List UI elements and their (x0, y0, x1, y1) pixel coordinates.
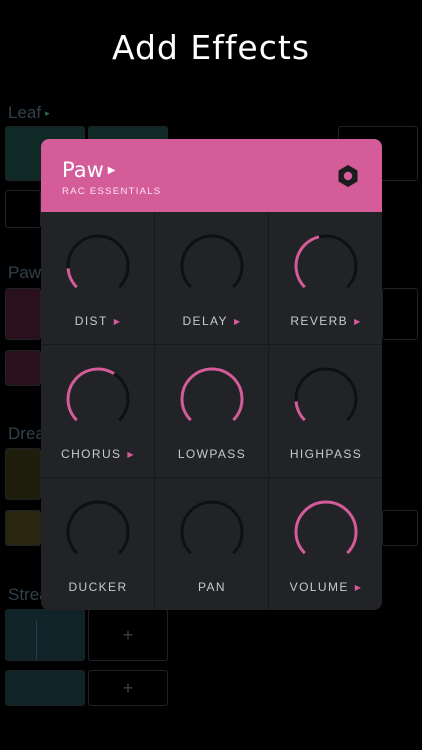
knob-track (180, 234, 244, 289)
add-pad-button[interactable]: + (88, 609, 168, 661)
effect-label-text: DUCKER (68, 580, 128, 594)
knob-reverb[interactable] (292, 232, 360, 300)
pad (5, 350, 41, 386)
effect-label-text: REVERB (290, 314, 349, 328)
preset-subtitle: RAC ESSENTIALS (62, 186, 162, 197)
waveform (36, 620, 70, 660)
effect-cell-dist[interactable]: DIST ▶ (41, 212, 155, 345)
effect-label: DELAY ▶ (155, 314, 269, 328)
caret-right-icon: ▶ (233, 317, 242, 326)
knob-delay[interactable] (178, 232, 246, 300)
knob-value-arc (294, 235, 320, 289)
knob-value-arc (294, 401, 306, 422)
preset-selector[interactable]: Paw ▶ (62, 158, 115, 182)
plus-icon: + (122, 677, 134, 698)
section-label-paw: Paw (8, 263, 42, 282)
pad (5, 609, 85, 661)
effect-label-text: DIST (74, 314, 108, 328)
knob-value-arc (180, 367, 244, 422)
effect-label: PAN (155, 580, 269, 594)
pad (5, 448, 41, 500)
pad (5, 670, 85, 706)
effect-label-text: DELAY (182, 314, 228, 328)
effect-label: DIST ▶ (41, 314, 155, 328)
effect-label-text: VOLUME (289, 580, 349, 594)
effect-label-text: HIGHPASS (289, 447, 363, 461)
effect-cell-delay[interactable]: DELAY ▶ (155, 212, 269, 345)
knob-ducker[interactable] (64, 498, 132, 566)
modal-header: Paw ▶ RAC ESSENTIALS (41, 139, 382, 212)
effect-cell-volume[interactable]: VOLUME ▶ (269, 478, 382, 610)
effect-cell-highpass[interactable]: HIGHPASS (269, 345, 382, 478)
caret-right-icon: ▶ (113, 317, 122, 326)
effect-label: LOWPASS (155, 447, 269, 461)
effect-label: DUCKER (41, 580, 155, 594)
effect-label: VOLUME ▶ (269, 580, 382, 594)
knob-pan[interactable] (178, 498, 246, 566)
effect-cell-reverb[interactable]: REVERB ▶ (269, 212, 382, 345)
pad (382, 288, 418, 340)
knob-value-arc (66, 268, 78, 289)
hexagon-settings-icon[interactable] (335, 163, 361, 189)
caret-right-icon: ▶ (107, 164, 116, 176)
knob-track (66, 500, 130, 555)
effect-label: HIGHPASS (269, 447, 382, 461)
knob-highpass[interactable] (292, 365, 360, 433)
pad (5, 288, 41, 340)
preset-title: Paw (62, 158, 104, 182)
pad (5, 510, 41, 546)
knob-track (294, 367, 358, 422)
knob-value-arc (294, 500, 358, 555)
knob-dist[interactable] (64, 232, 132, 300)
effect-label-text: CHORUS (61, 447, 122, 461)
effect-label: REVERB ▶ (269, 314, 382, 328)
effects-grid: DIST ▶ DELAY ▶ REVERB ▶ CHORUS ▶ LOWPASS HIGHPASS… (41, 212, 382, 610)
effects-modal: Paw ▶ RAC ESSENTIALS DIST ▶ DELAY ▶ REVERB ▶ C… (41, 139, 382, 610)
pad (382, 510, 418, 546)
effect-label-text: PAN (198, 580, 226, 594)
plus-icon: + (122, 624, 134, 645)
effect-label: CHORUS ▶ (41, 447, 155, 461)
knob-track (180, 500, 244, 555)
section-label-leaf: Leaf ▸ (8, 103, 50, 122)
effect-cell-ducker[interactable]: DUCKER (41, 478, 155, 610)
caret-right-icon: ▶ (354, 317, 362, 326)
effect-label-text: LOWPASS (177, 447, 247, 461)
effect-cell-pan[interactable]: PAN (155, 478, 269, 610)
add-pad-button[interactable]: + (88, 670, 168, 706)
knob-volume[interactable] (292, 498, 360, 566)
caret-right-icon: ▶ (354, 583, 363, 592)
knob-value-arc (66, 367, 115, 422)
knob-lowpass[interactable] (178, 365, 246, 433)
effect-cell-chorus[interactable]: CHORUS ▶ (41, 345, 155, 478)
effect-cell-lowpass[interactable]: LOWPASS (155, 345, 269, 478)
knob-track (66, 234, 130, 289)
knob-chorus[interactable] (64, 365, 132, 433)
pad (5, 190, 41, 228)
caret-right-icon: ▶ (127, 450, 135, 459)
